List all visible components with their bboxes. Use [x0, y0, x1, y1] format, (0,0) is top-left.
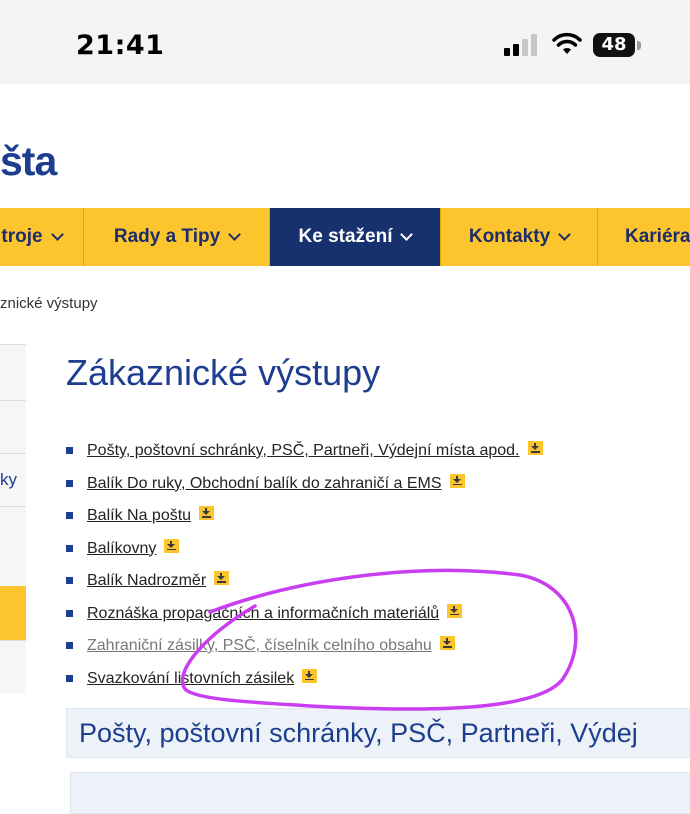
sidebar-item[interactable]	[0, 506, 26, 586]
download-icon[interactable]	[164, 538, 180, 553]
bullet-icon	[66, 609, 73, 617]
bullet-icon	[66, 674, 73, 682]
bullet-icon	[66, 577, 73, 584]
nav-item-label: troje	[1, 226, 43, 247]
list-item: Balíkovny	[66, 538, 543, 571]
list-item: Pošty, poštovní schránky, PSČ, Partneři,…	[66, 440, 543, 473]
chevron-down-icon	[558, 228, 572, 241]
download-icon[interactable]	[199, 506, 215, 520]
battery-level: 48	[601, 34, 627, 55]
sidebar-item[interactable]	[0, 400, 26, 453]
status-bar: 21:41 48	[0, 0, 690, 84]
download-icon[interactable]	[302, 668, 318, 683]
list-item: Balík Do ruky, Obchodní balík do zahrani…	[66, 473, 543, 506]
nav-item-label: Kontakty	[468, 226, 551, 247]
list-item: Balík Nadrozměr	[66, 570, 543, 603]
list-item: Zahraniční zásilky, PSČ, číselník celníh…	[66, 635, 543, 668]
wifi-icon	[552, 32, 582, 54]
chevron-down-icon	[400, 228, 414, 241]
nav-item-kontakty[interactable]: Kontakty	[441, 208, 598, 266]
download-link-visited[interactable]: Zahraniční zásilky, PSČ, číselník celníh…	[87, 637, 432, 654]
download-link[interactable]: Roznáška propagačních a informačních mat…	[87, 605, 439, 622]
list-item: Roznáška propagačních a informačních mat…	[66, 603, 543, 636]
bullet-icon	[66, 642, 73, 649]
signal-icon	[504, 34, 540, 56]
bullet-icon	[66, 447, 73, 454]
site-logo[interactable]: šta	[0, 138, 57, 185]
download-links-list: Pošty, poštovní schránky, PSČ, Partneři,…	[66, 440, 543, 700]
nav-item-label: Rady a Tipy	[113, 226, 221, 247]
bullet-icon	[66, 544, 73, 552]
section-heading: Pošty, poštovní schránky, PSČ, Partneři,…	[66, 708, 690, 758]
download-icon[interactable]	[527, 441, 543, 455]
list-item: Balík Na poštu	[66, 505, 543, 538]
download-link[interactable]: Balík Nadrozměr	[87, 572, 206, 589]
status-time: 21:41	[76, 30, 165, 61]
page-title: Zákaznické výstupy	[66, 352, 381, 393]
download-link[interactable]: Pošty, poštovní schránky, PSČ, Partneři,…	[87, 442, 520, 459]
bullet-icon	[66, 512, 73, 519]
main-nav: troje Rady a Tipy Ke stažení Kontakty Ka…	[0, 208, 690, 266]
battery-tip	[637, 41, 641, 50]
nav-item-kariera[interactable]: Kariéra	[598, 208, 690, 266]
download-link[interactable]: Svazkování listovních zásilek	[87, 670, 294, 687]
nav-item-nastroje[interactable]: troje	[0, 208, 84, 266]
sidebar-item[interactable]	[0, 640, 26, 694]
nav-item-label: Kariéra	[625, 226, 690, 247]
download-link[interactable]: Balík Na poštu	[87, 507, 191, 524]
battery-icon: 48	[593, 33, 635, 57]
section-content-box	[70, 772, 690, 814]
download-icon[interactable]	[447, 603, 463, 618]
chevron-down-icon	[228, 228, 242, 241]
bullet-icon	[66, 479, 73, 487]
chevron-down-icon	[50, 228, 64, 241]
sidebar-item[interactable]	[0, 344, 26, 400]
nav-item-label: Ke stažení	[298, 226, 393, 247]
breadcrumb[interactable]: znické výstupy	[0, 295, 98, 312]
download-icon[interactable]	[214, 571, 230, 585]
download-link[interactable]: Balíkovny	[87, 540, 156, 557]
nav-item-rady-a-tipy[interactable]: Rady a Tipy	[84, 208, 270, 266]
download-icon[interactable]	[449, 473, 465, 488]
download-icon[interactable]	[439, 636, 455, 650]
list-item: Svazkování listovních zásilek	[66, 668, 543, 701]
download-link[interactable]: Balík Do ruky, Obchodní balík do zahrani…	[87, 475, 442, 492]
sidebar-item-active[interactable]	[0, 586, 26, 640]
sidebar-item-label: ky	[0, 470, 17, 489]
nav-item-ke-stazeni[interactable]: Ke stažení	[270, 208, 441, 266]
